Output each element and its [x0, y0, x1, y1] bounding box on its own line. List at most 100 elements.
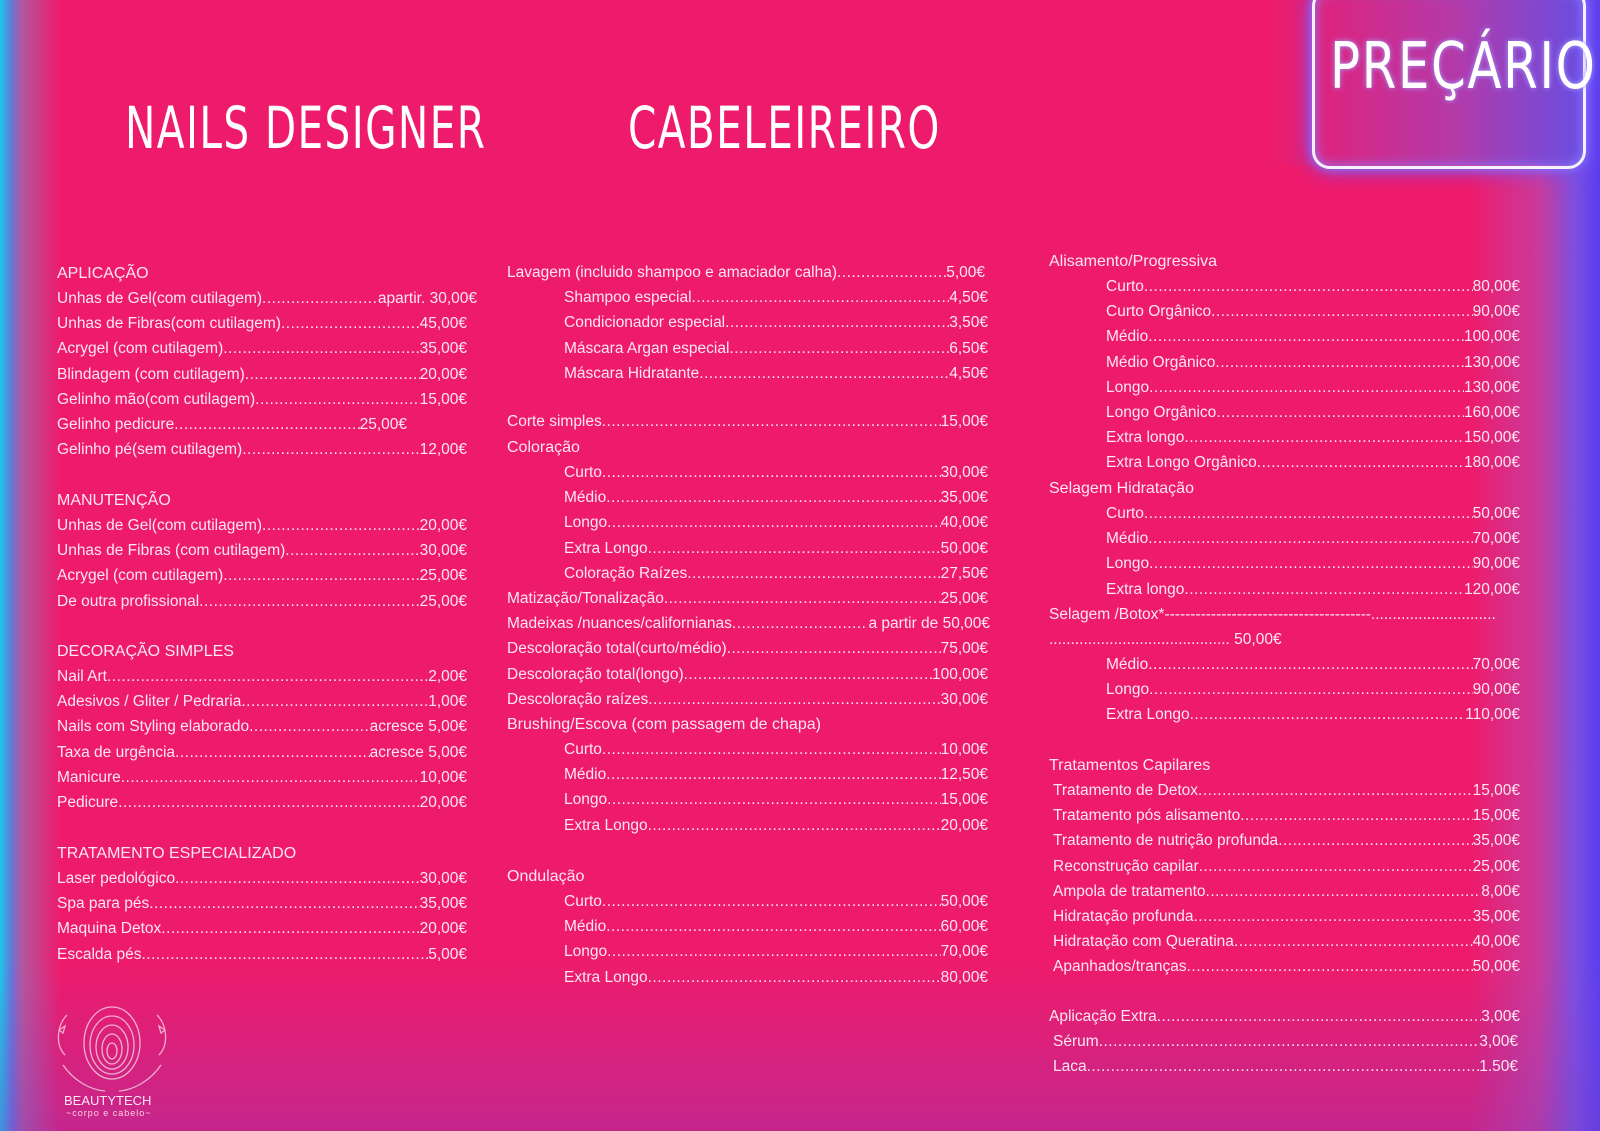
- service-price: 90,00€: [1472, 681, 1520, 699]
- service-label: Unhas de Fibras(com cutilagem): [57, 315, 281, 333]
- service-label: Curto: [564, 741, 602, 758]
- service-price: 50,00€: [940, 893, 988, 910]
- service-label: Médio Orgânico: [1106, 353, 1216, 371]
- service-price: a partir de 50,00€: [868, 615, 990, 633]
- treatments-title: Tratamentos Capilares: [1049, 757, 1211, 774]
- service-price: 25,00€: [359, 416, 407, 433]
- service-price: 15,00€: [940, 791, 988, 809]
- service-label: Curto: [1106, 505, 1144, 522]
- service-price: 30,00€: [940, 464, 988, 481]
- treatment-row: Hidratação profunda 35,00€: [1053, 905, 1520, 929]
- service-price: 25,00€: [1472, 857, 1520, 875]
- service-price: 45,00€: [419, 315, 467, 333]
- dot-leader: [684, 663, 932, 687]
- service-label: Pedicure: [57, 794, 119, 811]
- service-price: 50,00€: [940, 539, 988, 557]
- service-label: Descoloração total(curto/médio): [507, 640, 727, 658]
- service-label: Sérum: [1053, 1033, 1099, 1051]
- nails-group-title: DECORAÇÃO SIMPLES: [57, 643, 234, 660]
- service-label: Extra longo: [1106, 429, 1185, 447]
- service-price: 5,00€: [946, 264, 985, 281]
- coloracao-row: Extra Longo 50,00€: [564, 537, 988, 561]
- service-label: Apanhados/tranças: [1053, 958, 1187, 976]
- service-label: Longo: [564, 514, 608, 532]
- service-label: Nails com Styling elaborado: [57, 718, 250, 736]
- service-price: 50,00€: [1472, 958, 1520, 976]
- brushing-title: Brushing/Escova (com passagem de chapa): [507, 716, 821, 733]
- ondulacao-row: Curto 50,00€: [564, 890, 988, 914]
- ondulacao-row: Extra Longo 80,00€: [564, 966, 988, 990]
- nails-price-row: Spa para pés 35,00€: [57, 892, 467, 916]
- dot-leader: [1240, 804, 1472, 828]
- ondulacao-row: Médio 60,00€: [564, 915, 988, 939]
- dot-leader: [606, 763, 940, 787]
- dot-leader: [602, 738, 941, 762]
- service-price: acresce 5,00€: [369, 743, 467, 761]
- botox-row: Médio 70,00€: [1106, 653, 1520, 677]
- botox-line: Selagem /Botox*-------------------------…: [1049, 606, 1496, 623]
- nails-group-title: APLICAÇÃO: [57, 265, 149, 282]
- service-price: 3,00€: [1479, 1033, 1518, 1051]
- dot-leader: [729, 337, 949, 361]
- botox-row: Extra Longo 110,00€: [1106, 703, 1520, 727]
- service-price: 90,00€: [1472, 303, 1520, 321]
- dot-leader: [1215, 351, 1464, 375]
- nails-price-row: Unhas de Gel(com cutilagem) apartir. 30,0…: [57, 287, 477, 311]
- service-label: Aplicação Extra: [1049, 1008, 1157, 1025]
- service-price: 20,00€: [419, 365, 467, 383]
- dot-leader: [1198, 779, 1473, 803]
- service-label: Shampoo especial: [564, 289, 692, 306]
- service-label: Unhas de Gel(com cutilagem): [57, 290, 263, 307]
- dot-leader: [602, 410, 941, 434]
- dot-leader: [837, 261, 946, 285]
- dot-leader: [175, 867, 420, 891]
- extra-row: Aplicação Extra 3,00€: [1049, 1005, 1520, 1029]
- treatment-row: Tratamento de nutrição profunda 35,00€: [1053, 829, 1520, 853]
- service-price: 80,00€: [1472, 278, 1520, 295]
- service-label: Curto: [564, 464, 602, 481]
- service-label: Adesivos / Gliter / Pedraria: [57, 693, 242, 711]
- brushing-row: Médio 12,50€: [564, 763, 988, 787]
- service-price: acresce 5,00€: [369, 718, 467, 736]
- coloracao-title: Coloração: [507, 439, 580, 456]
- dot-leader: [262, 287, 378, 311]
- service-label: Laca: [1053, 1058, 1087, 1076]
- dot-leader: [223, 337, 419, 361]
- selagem-row: Longo 90,00€: [1106, 552, 1520, 576]
- service-label: Descoloração total(longo): [507, 665, 684, 683]
- logo-tagline: ~corpo e cabelo~: [66, 1108, 152, 1118]
- dot-leader: [1211, 300, 1472, 324]
- service-price: 10,00€: [940, 741, 988, 758]
- dot-leader: [1199, 855, 1473, 879]
- service-label: Longo Orgânico: [1106, 404, 1217, 421]
- hair-service-row: Madeixas /nuances/californianas a partir …: [507, 612, 990, 636]
- service-price: 40,00€: [1472, 933, 1520, 951]
- nails-price-row: Unhas de Fibras (com cutilagem) 30,00€: [57, 539, 467, 563]
- service-price: 80,00€: [940, 968, 988, 986]
- dot-leader: [242, 438, 419, 462]
- dot-leader: [1149, 552, 1472, 576]
- dot-leader: [606, 915, 940, 939]
- dot-leader: [1148, 527, 1472, 551]
- treatment-row: Tratamento pós alisamento 15,00€: [1053, 804, 1520, 828]
- dot-leader: [607, 511, 940, 535]
- dot-leader: [732, 612, 869, 636]
- corte-row: Corte simples 15,00€: [507, 410, 988, 434]
- service-label: De outra profissional: [57, 592, 200, 610]
- dot-leader: [281, 312, 420, 336]
- alisamento-title: Alisamento/Progressiva: [1049, 253, 1218, 270]
- hair-service-row: Descoloração total(longo) 100,00€: [507, 663, 988, 687]
- service-label: Extra longo: [1106, 580, 1185, 598]
- service-label: Longo: [1106, 555, 1150, 573]
- dot-leader: [1149, 678, 1472, 702]
- treatment-row: Apanhados/tranças 50,00€: [1053, 955, 1520, 979]
- nails-price-row: Escalda pés 5,00€: [57, 943, 467, 967]
- alisamento-row: Médio 100,00€: [1106, 325, 1520, 349]
- dot-leader: [255, 388, 419, 412]
- service-price: 35,00€: [419, 895, 467, 913]
- dot-leader: [606, 486, 940, 510]
- lavagem-option-row: Máscara Argan especial 6,50€: [564, 337, 988, 361]
- service-price: 3,50€: [949, 314, 988, 332]
- treatment-row: Reconstrução capilar 25,00€: [1053, 855, 1520, 879]
- service-label: Curto Orgânico: [1106, 303, 1212, 321]
